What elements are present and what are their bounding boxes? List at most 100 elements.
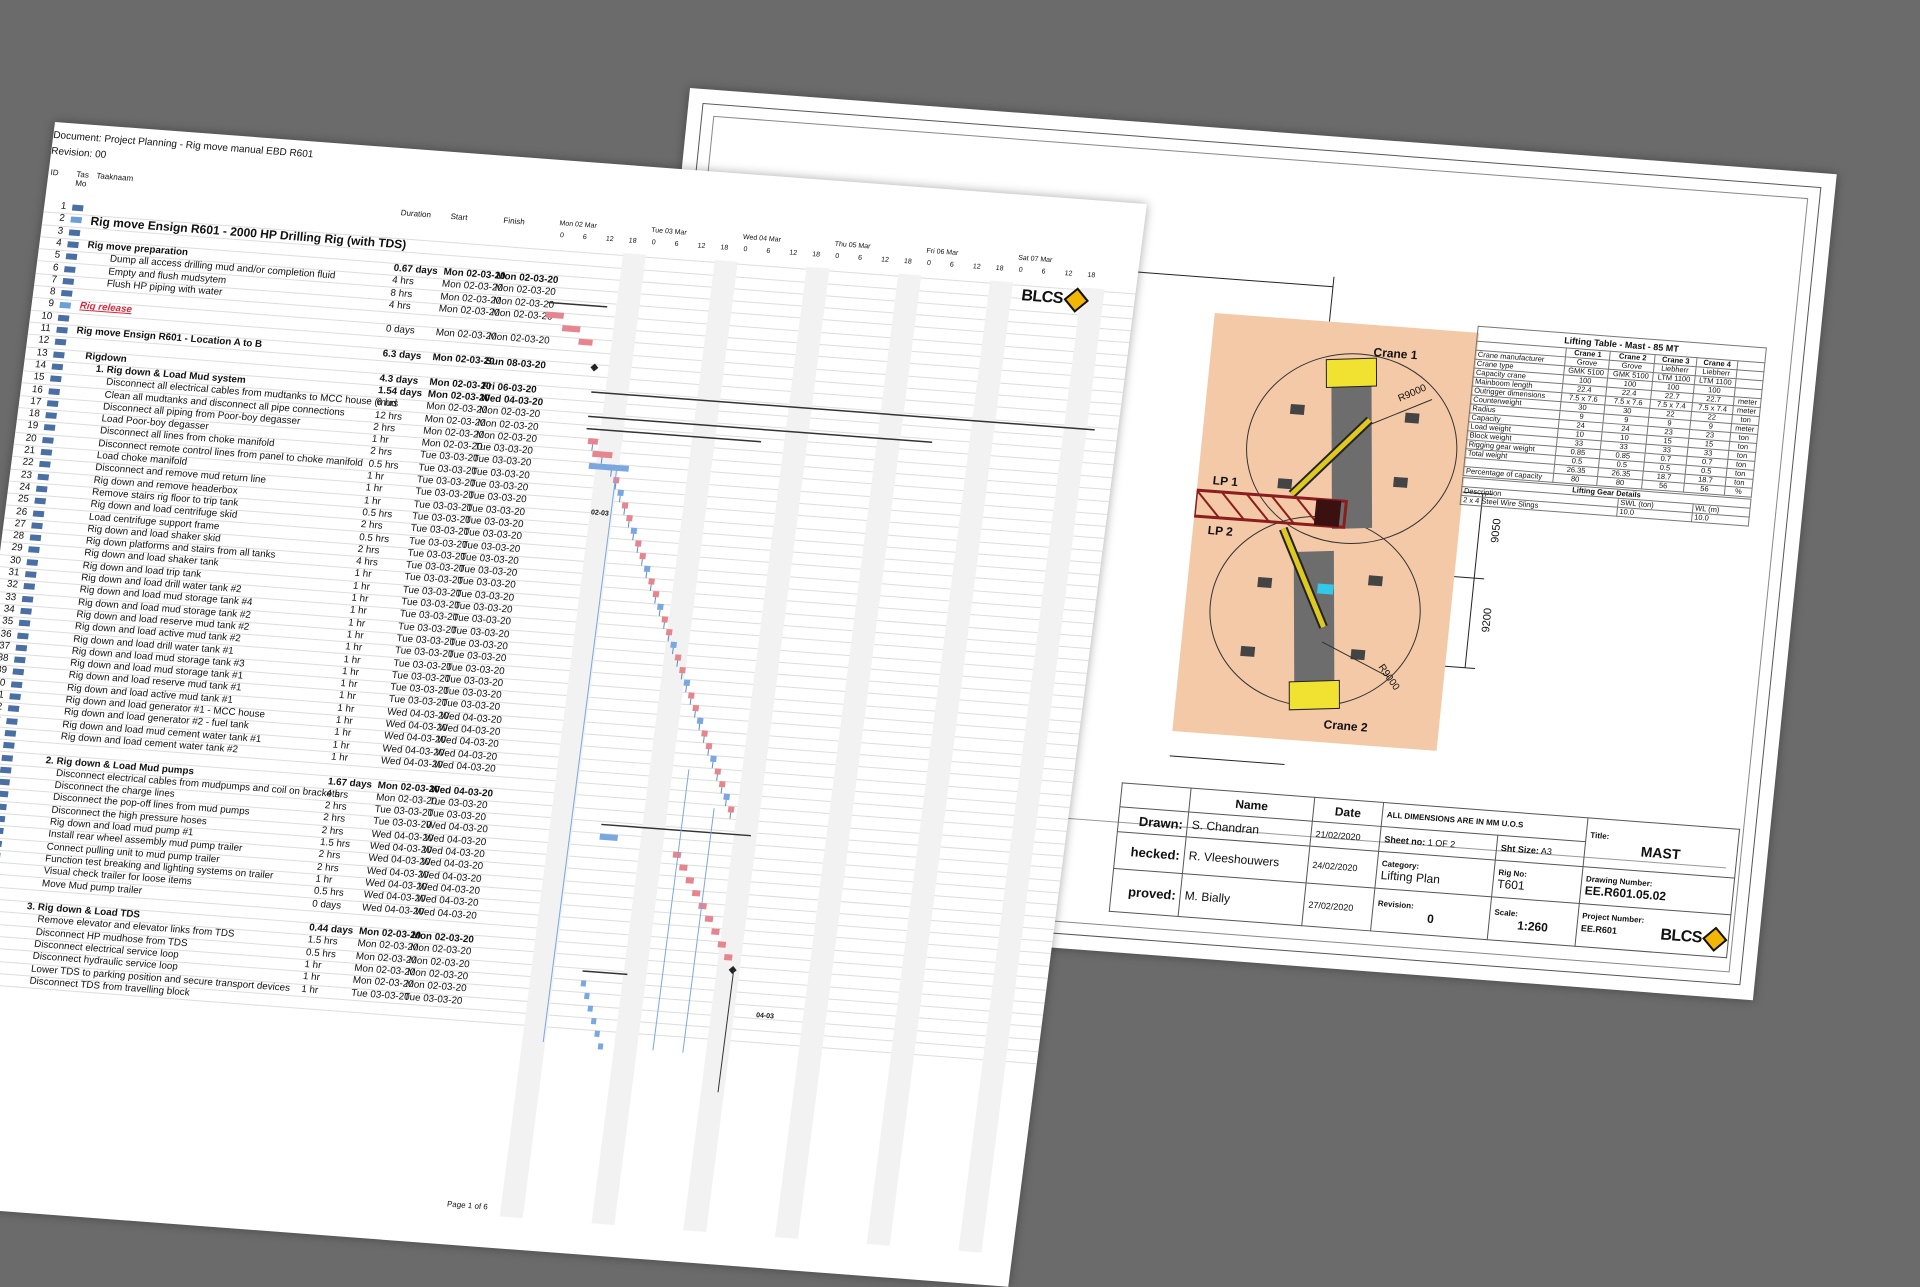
task-bar [692, 704, 700, 712]
timescale-day-label: Fri 06 Mar [925, 247, 959, 258]
dependency-link [636, 546, 639, 553]
task-bar [580, 980, 587, 987]
task-bar [594, 1030, 601, 1037]
task-mode-icon [31, 522, 43, 529]
summary-bar [591, 391, 1095, 431]
blcs-diamond-icon [1702, 927, 1728, 953]
milestone-diamond [590, 363, 599, 372]
task-bar [672, 851, 682, 859]
task-bar [578, 338, 593, 346]
task-bar [545, 311, 565, 319]
tb-blcs-logo: BLCS [1659, 926, 1728, 953]
dependency-link [717, 970, 735, 1093]
task-bar [634, 540, 642, 547]
task-bar [698, 902, 707, 910]
task-mode-icon [68, 228, 81, 236]
tb-sheet-value: 1 OF 2 [1427, 837, 1456, 850]
task-mode-icon [67, 241, 79, 248]
timescale-tick-label: 0 [559, 232, 565, 240]
task-bar [665, 628, 673, 636]
tb-sheet-label: Sheet no: [1383, 834, 1426, 848]
task-bar [626, 514, 633, 522]
task-bar [685, 877, 695, 884]
task-mode-icon [57, 314, 70, 322]
tb-approved-label: proved: [1109, 868, 1183, 917]
timescale-tick-label: 12 [972, 263, 981, 271]
timescale-day-label: Mon 02 Mar [559, 220, 598, 230]
timescale-tick-label: 0 [926, 259, 932, 268]
task-mode-icon [56, 326, 68, 334]
tb-blcs-logo-text: BLCS [1659, 926, 1703, 947]
task-mode-icon [43, 424, 56, 432]
dependency-link [623, 508, 626, 515]
timescale-tick-label: 0 [834, 252, 840, 261]
tb-checked-label: hecked: [1113, 832, 1187, 874]
task-mode-icon [29, 534, 42, 542]
task-mode-icon [45, 412, 57, 420]
task-mode-icon [71, 204, 84, 212]
dependency-link [591, 444, 594, 451]
task-id: 39 [0, 664, 8, 677]
task-id: 33 [4, 591, 17, 603]
milestone-diamond [728, 966, 737, 974]
timescale-tick-label: 6 [949, 261, 955, 269]
task-mode-icon [0, 778, 11, 786]
dependency-link [658, 609, 661, 617]
task-bar [723, 793, 731, 801]
task-bar [704, 915, 714, 923]
task-mode-icon [37, 473, 50, 481]
task-bar [639, 552, 647, 560]
dependency-link [676, 660, 679, 667]
col-header-mode: Tas Mo [74, 169, 90, 189]
timescale-day-label: Sat 07 Mar [1017, 254, 1053, 265]
dimension-9200: 9200 [1480, 607, 1495, 633]
task-mode-icon [1, 754, 14, 762]
task-bar [588, 462, 630, 472]
task-mode-icon [40, 448, 53, 456]
task-mode-icon [48, 387, 61, 395]
task-mode-icon [38, 461, 51, 468]
task-mode-icon [13, 656, 26, 664]
lp-2-label: LP 2 [1207, 523, 1234, 539]
screenshot-root: { "lifting_plan": { "dims": {"d1": "9850… [0, 0, 1920, 1287]
task-mode-icon [0, 852, 1, 859]
task-mode-icon [24, 571, 37, 578]
task-mode-icon [4, 729, 17, 737]
task-mode-icon [51, 363, 64, 371]
task-mode-icon [28, 546, 40, 554]
task-bar [718, 780, 726, 788]
timescale-tick-label: 6 [582, 233, 588, 242]
dependency-link [627, 521, 630, 528]
timescale-tick-label: 6 [857, 254, 863, 262]
task-id: 41 [0, 688, 5, 701]
dependency-link [654, 597, 657, 604]
task-id: 40 [0, 676, 6, 689]
task-mode-icon [0, 839, 3, 847]
task-mode-icon [0, 827, 4, 835]
tb-title-value: MAST [1640, 843, 1682, 863]
task-id: 38 [0, 652, 10, 665]
timescale-tick-label: 18 [903, 258, 913, 266]
task-mode-icon [34, 497, 47, 505]
dependency-link [600, 457, 603, 464]
task-bar [678, 864, 688, 871]
task-bar [643, 565, 651, 573]
task-bar [679, 666, 686, 674]
task-id: 42 [0, 701, 3, 713]
task-bar [597, 1043, 604, 1050]
tb-approved-date: 27/02/2020 [1301, 883, 1375, 931]
task-id: 36 [0, 627, 13, 640]
task-bar [584, 992, 590, 1000]
task-mode-icon [0, 803, 7, 810]
dependency-link [707, 749, 710, 756]
dependency-link [711, 761, 714, 769]
task-bar [674, 654, 682, 661]
summary-bar [586, 427, 762, 443]
task-mode-icon [49, 375, 62, 383]
task-bar [710, 755, 717, 763]
task-mode-icon [2, 742, 15, 749]
task-bar [683, 679, 691, 687]
summary-bar [588, 415, 933, 444]
task-mode-icon [15, 644, 28, 652]
timescale-tick-label: 6 [674, 240, 679, 249]
